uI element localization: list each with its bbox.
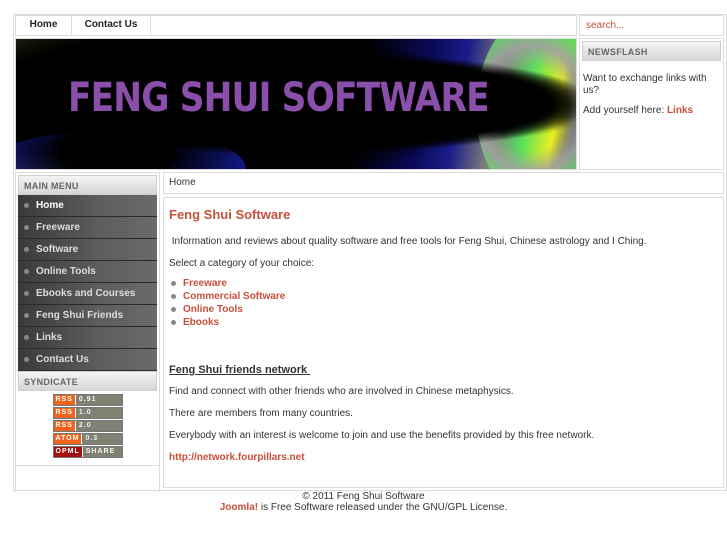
category-item: Online Tools (169, 303, 718, 316)
license-text: is Free Software released under the GNU/… (260, 502, 508, 513)
syndicate-module: SYNDICATE RSS 0.91 RSS 1.0 RSS 2.0 ATOM 0.3 … (16, 371, 159, 465)
bullet-icon (24, 335, 29, 340)
network-text-2: There are members from many countries. (169, 408, 353, 419)
bullet-icon (171, 307, 176, 312)
network-heading: Feng Shui friends network (169, 364, 308, 376)
feed-type: RSS (53, 408, 76, 418)
bullet-icon (24, 313, 29, 318)
menu-item-contact-us[interactable]: Contact Us (18, 349, 157, 371)
menu-item-label: Software (36, 244, 79, 255)
bullet-icon (24, 225, 29, 230)
network-link-line: http://network.fourpillars.net (169, 452, 718, 463)
sidebar-divider (15, 465, 160, 466)
main-menu-heading: MAIN MENU (18, 175, 157, 195)
bullet-icon (24, 357, 29, 362)
bullet-icon (24, 291, 29, 296)
menu-item-label: Links (36, 332, 63, 343)
feed-opml-button[interactable]: OPML SHARE IT! (52, 446, 123, 465)
feed-version: SHARE IT! (85, 448, 116, 465)
feed-type: RSS (53, 395, 76, 405)
feed-rss-10-button[interactable]: RSS 1.0 (52, 407, 123, 419)
newsflash-links-prefix: Add yourself here: (583, 105, 665, 116)
menu-item-software[interactable]: Software (18, 239, 157, 261)
newsflash-body: Want to exchange links with us? Add your… (580, 61, 723, 117)
newsflash-links-link[interactable]: Links (667, 105, 693, 116)
category-link-ebooks[interactable]: Ebooks (183, 316, 219, 329)
menu-item-label: Ebooks and Courses (36, 288, 136, 299)
intro-text: Information and reviews about quality so… (171, 236, 647, 247)
main-content: Feng Shui Software Information and revie… (163, 197, 724, 488)
joomla-link[interactable]: Joomla! (220, 502, 258, 513)
feed-type: ATOM (53, 434, 83, 444)
bullet-icon (171, 294, 176, 299)
feed-version: 1.0 (78, 409, 92, 416)
site-banner: FENG SHUI SOFTWARE (15, 38, 577, 170)
main-menu: MAIN MENU Home Freeware Software Online … (16, 175, 159, 371)
breadcrumb: Home (163, 172, 724, 194)
menu-item-label: Contact Us (36, 354, 89, 365)
feed-rss-20-button[interactable]: RSS 2.0 (52, 420, 123, 432)
newsflash-heading: NEWSFLASH (582, 41, 721, 61)
category-item: Ebooks (169, 316, 718, 329)
nav-contact-us[interactable]: Contact Us (72, 16, 151, 35)
category-item: Commercial Software (169, 290, 718, 303)
search-input[interactable] (580, 16, 723, 35)
feed-atom-03-button[interactable]: ATOM 0.3 (52, 433, 123, 445)
breadcrumb-home: Home (169, 177, 196, 188)
newsflash-text: Want to exchange links with us? (583, 73, 707, 96)
bullet-icon (171, 320, 176, 325)
syndicate-heading: SYNDICATE (18, 371, 157, 391)
footer-copyright: © 2011 Feng Shui Software (302, 491, 425, 502)
newsflash-module: NEWSFLASH Want to exchange links with us… (579, 38, 724, 170)
page-title: Feng Shui Software (169, 207, 291, 222)
feed-version: 0.91 (78, 396, 97, 403)
feed-version: 0.3 (85, 435, 99, 442)
menu-item-ebooks-and-courses[interactable]: Ebooks and Courses (18, 283, 157, 305)
search-box (579, 15, 724, 36)
bullet-icon (24, 247, 29, 252)
menu-item-online-tools[interactable]: Online Tools (18, 261, 157, 283)
banner-title: FENG SHUI SOFTWARE (68, 75, 490, 121)
category-link-commercial-software[interactable]: Commercial Software (183, 290, 285, 303)
network-text-1: Find and connect with other friends who … (169, 386, 514, 397)
bullet-icon (24, 203, 29, 208)
menu-item-freeware[interactable]: Freeware (18, 217, 157, 239)
select-prompt: Select a category of your choice: (169, 258, 315, 269)
menu-item-home[interactable]: Home (18, 195, 157, 217)
menu-item-feng-shui-friends[interactable]: Feng Shui Friends (18, 305, 157, 327)
bullet-icon (24, 269, 29, 274)
footer-license: Joomla! is Free Software released under … (0, 502, 727, 513)
network-text-3: Everybody with an interest is welcome to… (169, 430, 595, 441)
newsflash-links-line: Add yourself here: Links (583, 105, 720, 117)
menu-item-links[interactable]: Links (18, 327, 157, 349)
network-link[interactable]: http://network.fourpillars.net (169, 452, 305, 463)
feed-version: 2.0 (78, 422, 92, 429)
menu-item-label: Online Tools (36, 266, 96, 277)
feed-list: RSS 0.91 RSS 1.0 RSS 2.0 ATOM 0.3 OPML SHARE … (16, 391, 159, 465)
menu-item-label: Feng Shui Friends (36, 310, 124, 321)
feed-type: RSS (53, 421, 76, 431)
menu-item-label: Freeware (36, 222, 80, 233)
feed-type: OPML (53, 447, 83, 457)
top-nav: Home Contact Us (15, 15, 577, 36)
feed-rss-091-button[interactable]: RSS 0.91 (52, 394, 123, 406)
footer: © 2011 Feng Shui Software Joomla! is Fre… (0, 491, 727, 513)
menu-item-label: Home (36, 200, 64, 211)
bullet-icon (171, 281, 176, 286)
category-link-freeware[interactable]: Freeware (183, 277, 227, 290)
left-sidebar: MAIN MENU Home Freeware Software Online … (15, 172, 160, 492)
category-item: Freeware (169, 277, 718, 290)
nav-home[interactable]: Home (16, 16, 72, 35)
category-link-online-tools[interactable]: Online Tools (183, 303, 243, 316)
category-list: Freeware Commercial Software Online Tool… (169, 277, 718, 329)
